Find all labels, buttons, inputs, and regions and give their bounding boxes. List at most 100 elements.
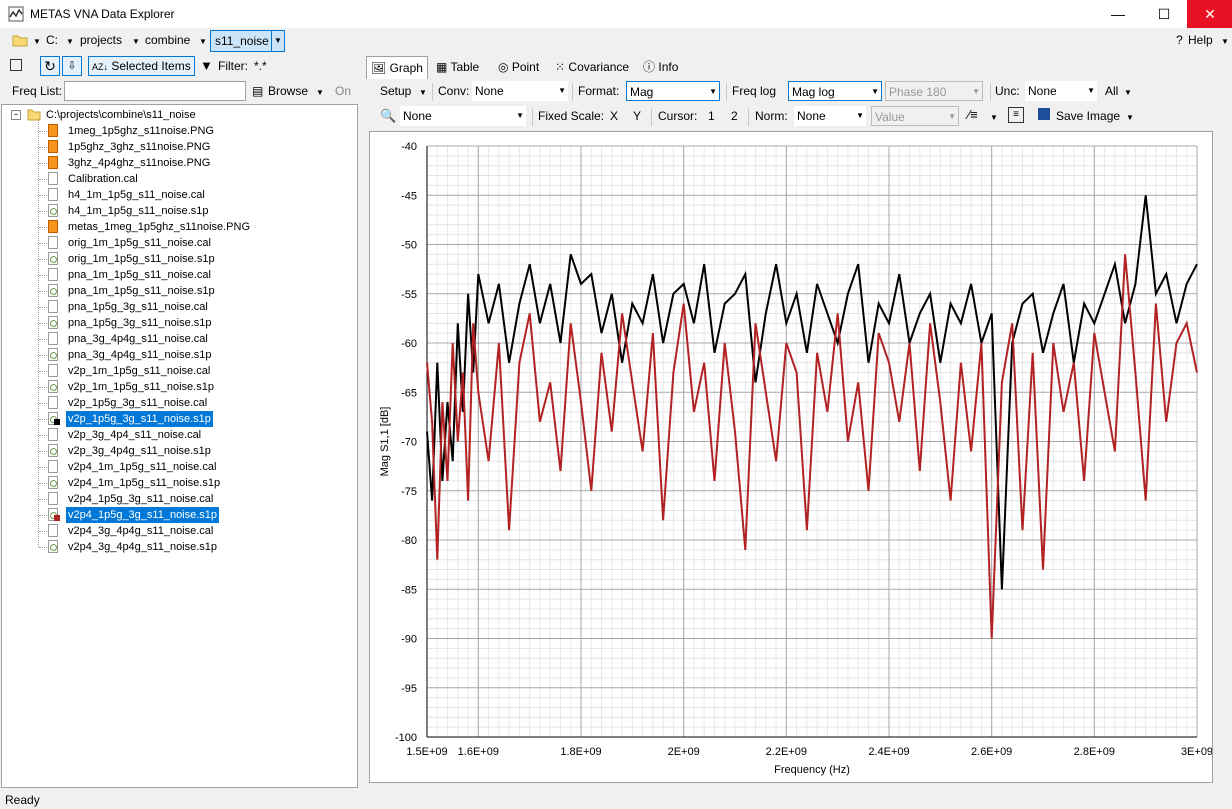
file-icon [48,460,58,473]
tree-item[interactable]: pna_1m_1p5g_s11_noise.cal [2,267,357,283]
freq-list-input[interactable] [64,81,246,101]
tree-item[interactable]: 1meg_1p5ghz_s11noise.PNG [2,123,357,139]
close-button[interactable]: ✕ [1187,0,1232,28]
tree-item[interactable]: orig_1m_1p5g_s11_noise.s1p [2,251,357,267]
chevron-down-icon[interactable]: ▼ [271,30,285,52]
maximize-button[interactable]: ☐ [1141,0,1187,28]
tree-item[interactable]: v2p4_1p5g_3g_s11_noise.s1p [2,507,357,523]
tree-item[interactable]: v2p_3g_4p4g_s11_noise.s1p [2,443,357,459]
chevron-down-icon[interactable]: ▼ [1221,37,1229,46]
help-question-icon[interactable]: ? [1176,33,1183,47]
fixed-scale-x[interactable]: X [610,109,618,123]
chevron-down-icon[interactable]: ▼ [199,37,207,46]
tree-item-label: pna_1m_1p5g_s11_noise.s1p [68,285,215,297]
tree-item[interactable]: v2p4_3g_4p4g_s11_noise.cal [2,523,357,539]
save-image-button[interactable]: Save Image [1056,109,1120,123]
point-icon: ◎ [498,60,509,74]
sync-view-icon[interactable]: ⇩ [62,56,82,76]
graph-icon: 🖼 [371,61,387,75]
chevron-down-icon[interactable]: ▼ [990,113,998,122]
cursor-2[interactable]: 2 [731,109,738,123]
tree-item[interactable]: v2p4_1m_1p5g_s11_noise.s1p [2,475,357,491]
chevron-down-icon[interactable]: ▼ [1126,113,1134,122]
tab-info[interactable]: ⓘ Info [639,56,682,78]
collapse-node-icon[interactable]: − [11,110,21,120]
tree-item[interactable]: v2p4_1m_1p5g_s11_noise.cal [2,459,357,475]
refresh-icon[interactable]: ↻ [40,56,60,76]
breadcrumb-combine[interactable]: combine [145,33,190,47]
selected-items-button[interactable]: AZ↓ Selected Items [88,56,195,76]
filter-value[interactable]: *.* [254,59,267,73]
fixed-scale-label: Fixed Scale: [538,109,605,123]
tree-item[interactable]: pna_3g_4p4g_s11_noise.s1p [2,347,357,363]
y-tick-label: -75 [401,486,417,498]
unc-select[interactable]: None ▼ [1025,81,1097,101]
tab-point[interactable]: ◎ Point [494,56,543,78]
tree-item[interactable]: metas_1meg_1p5ghz_s11noise.PNG [2,219,357,235]
tree-item[interactable]: v2p_1p5g_3g_s11_noise.s1p [2,411,357,427]
tree-item[interactable]: pna_1m_1p5g_s11_noise.s1p [2,283,357,299]
chevron-down-icon[interactable]: ▼ [419,88,427,97]
value-select[interactable]: Value ▼ [871,106,959,126]
tab-graph[interactable]: 🖼 Graph [366,56,428,79]
cursor-1[interactable]: 1 [708,109,715,123]
mag-log-select[interactable]: Mag log ▼ [788,81,882,101]
tree-item[interactable]: v2p_1p5g_3g_s11_noise.cal [2,395,357,411]
y-tick-label: -50 [401,240,417,252]
browse-button[interactable]: Browse [268,84,308,98]
tab-table[interactable]: ▦ Table [432,56,483,78]
chevron-down-icon[interactable]: ▼ [33,37,41,46]
tree-branch-line [39,531,47,532]
tree-item-label: v2p4_1p5g_3g_s11_noise.s1p [66,507,220,523]
tree-item-label: v2p4_1m_1p5g_s11_noise.s1p [68,477,221,489]
sort-az-icon: AZ↓ [92,62,109,72]
tree-item[interactable]: pna_3g_4p4g_s11_noise.cal [2,331,357,347]
tab-covariance[interactable]: ⁙ Covariance [551,56,633,78]
zoom-value: None [403,109,432,123]
tree-item[interactable]: orig_1m_1p5g_s11_noise.cal [2,235,357,251]
tree-item[interactable]: h4_1m_1p5g_s11_noise.cal [2,187,357,203]
list-icon[interactable]: ≡ [1008,107,1024,123]
freq-log-toggle[interactable]: Freq log [732,84,776,98]
chevron-down-icon[interactable]: ▼ [132,37,140,46]
tree-item[interactable]: v2p4_3g_4p4g_s11_noise.s1p [2,539,357,555]
phase-select[interactable]: Phase 180 ▼ [885,81,983,101]
unc-value: None [1028,84,1057,98]
all-dropdown[interactable]: All [1105,84,1118,98]
tree-item[interactable]: h4_1m_1p5g_s11_noise.s1p [2,203,357,219]
conv-select[interactable]: None ▼ [472,81,568,101]
chevron-down-icon[interactable]: ▼ [1124,88,1132,97]
tree-item[interactable]: v2p_1m_1p5g_s11_noise.s1p [2,379,357,395]
tree-root[interactable]: − C:\projects\combine\s11_noise [2,107,357,123]
tree-item[interactable]: pna_1p5g_3g_s11_noise.cal [2,299,357,315]
graph-panel[interactable]: -40 -45 -50 -55 -60 -65 -70 -75 -80 -85 -90 -95 -100… [369,131,1213,783]
collapse-icon[interactable] [10,59,22,71]
on-toggle[interactable]: On [335,84,351,98]
tree-item[interactable]: 3ghz_4p4ghz_s11noise.PNG [2,155,357,171]
tree-item[interactable]: Calibration.cal [2,171,357,187]
s11-chart[interactable]: -40 -45 -50 -55 -60 -65 -70 -75 -80 -85 -90 -95 -100… [370,132,1213,782]
norm-select[interactable]: None ▼ [794,106,866,126]
format-select[interactable]: Mag ▼ [626,81,720,101]
help-menu[interactable]: Help [1188,33,1213,47]
setup-button[interactable]: Setup [380,84,411,98]
breadcrumb-s11-noise[interactable]: s11_noise [210,30,274,52]
tree-item[interactable]: 1p5ghz_3ghz_s11noise.PNG [2,139,357,155]
tree-branch-line [39,435,47,436]
chevron-down-icon[interactable]: ▼ [66,37,74,46]
zoom-select[interactable]: None ▼ [400,106,526,126]
breadcrumb-drive[interactable]: C: [46,33,58,47]
breadcrumb-projects[interactable]: projects [80,33,122,47]
file-icon [48,396,58,409]
tree-item[interactable]: v2p_1m_1p5g_s11_noise.cal [2,363,357,379]
tree-item[interactable]: v2p_3g_4p4_s11_noise.cal [2,427,357,443]
chevron-down-icon[interactable]: ▼ [316,88,324,97]
tree-item[interactable]: v2p4_1p5g_3g_s11_noise.cal [2,491,357,507]
fixed-scale-y[interactable]: Y [633,109,641,123]
minimize-button[interactable]: — [1095,0,1141,28]
chevron-down-icon: ▼ [1087,86,1095,95]
line-style-icon[interactable]: ⁄≡ [968,107,978,122]
y-tick-label: -80 [401,535,417,547]
tree-item-label: metas_1meg_1p5ghz_s11noise.PNG [68,221,251,233]
tree-item[interactable]: pna_1p5g_3g_s11_noise.s1p [2,315,357,331]
